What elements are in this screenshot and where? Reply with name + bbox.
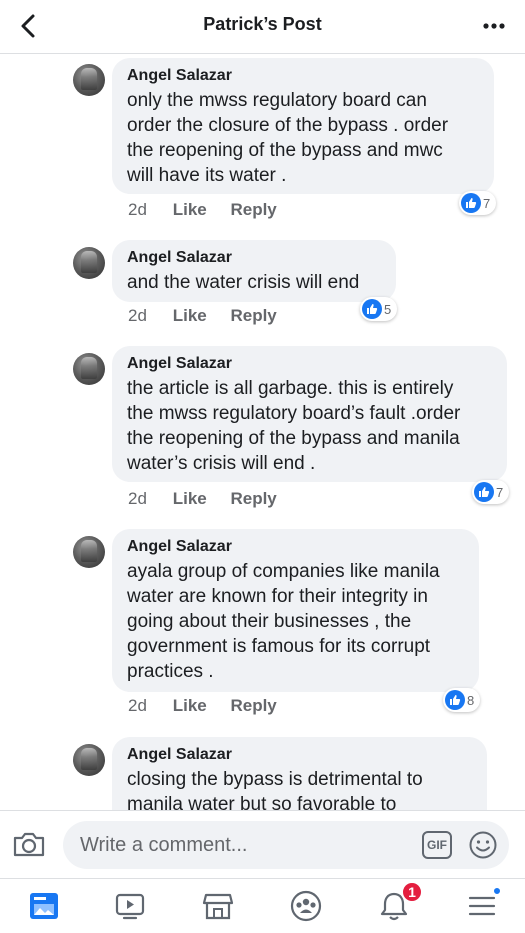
comment-text-line: and the water crisis will end <box>127 272 360 293</box>
reaction-count[interactable]: 8 <box>443 688 481 712</box>
reaction-count-value: 7 <box>496 484 504 500</box>
tab-news-feed[interactable] <box>27 889 61 923</box>
avatar[interactable] <box>73 353 105 385</box>
avatar[interactable] <box>73 536 105 568</box>
avatar[interactable] <box>73 64 105 96</box>
reply-button[interactable]: Reply <box>230 696 276 716</box>
camera-icon <box>13 832 45 857</box>
comment-bubble[interactable]: Angel Salazar closing the bypass is detr… <box>112 737 487 810</box>
comment-text-line: going about their businesses , the <box>127 611 412 632</box>
tab-marketplace[interactable] <box>201 889 235 923</box>
comment-bubble[interactable]: Angel Salazar the article is all garbage… <box>112 346 507 482</box>
comment-text-line: manila water but so favorable to <box>127 794 397 810</box>
comment-actions: 2d Like Reply <box>128 696 277 716</box>
news-feed-icon <box>30 893 58 919</box>
like-reaction-icon <box>362 299 382 319</box>
like-button[interactable]: Like <box>173 200 226 220</box>
comment-text-line: water are known for their integrity in <box>127 586 428 607</box>
comment-timestamp[interactable]: 2d <box>128 489 168 509</box>
comment-text-line: order the closure of the bypass . order <box>127 115 449 136</box>
reaction-count[interactable]: 7 <box>459 191 497 215</box>
like-button[interactable]: Like <box>173 306 226 326</box>
tab-menu[interactable] <box>465 886 502 923</box>
comment-text-line: the mwss regulatory board’s fault .order <box>127 403 461 424</box>
like-button[interactable]: Like <box>173 696 226 716</box>
comment-bubble[interactable]: Angel Salazar ayala group of companies l… <box>112 529 479 692</box>
comment-author[interactable]: Angel Salazar <box>127 354 491 374</box>
notifications-badge: 1 <box>401 881 423 903</box>
comment-bubble[interactable]: Angel Salazar only the mwss regulatory b… <box>112 58 494 194</box>
page-title: Patrick’s Post <box>203 14 322 34</box>
comment-text-line: ayala group of companies like manila <box>127 561 440 582</box>
comment-text-line: only the mwss regulatory board can <box>127 90 427 111</box>
tab-groups[interactable] <box>289 889 323 923</box>
reaction-count-value: 8 <box>467 692 475 708</box>
comment-author[interactable]: Angel Salazar <box>127 248 380 268</box>
reaction-count[interactable]: 5 <box>360 297 398 321</box>
comment-composer: GIF <box>0 810 525 878</box>
tab-notifications[interactable]: 1 <box>377 881 423 923</box>
reaction-count[interactable]: 7 <box>472 480 510 504</box>
emoji-button[interactable] <box>468 830 498 860</box>
reply-button[interactable]: Reply <box>230 200 276 220</box>
comment-text-line: the reopening of the bypass and manila <box>127 428 460 449</box>
comment-text-line: closing the bypass is detrimental to <box>127 769 423 790</box>
like-button[interactable]: Like <box>173 489 226 509</box>
like-reaction-icon <box>474 482 494 502</box>
gif-button[interactable]: GIF <box>422 831 452 859</box>
comment-text-line: the reopening of the bypass and mwc <box>127 140 443 161</box>
comment-timestamp[interactable]: 2d <box>128 696 168 716</box>
comment-author[interactable]: Angel Salazar <box>127 66 478 86</box>
avatar[interactable] <box>73 744 105 776</box>
more-options-button[interactable] <box>479 11 509 41</box>
comment-actions: 2d Like Reply <box>128 306 277 326</box>
comment-text-line: water’s crisis will end . <box>127 453 316 474</box>
comment-author[interactable]: Angel Salazar <box>127 537 463 557</box>
emoji-icon <box>469 831 497 859</box>
reply-button[interactable]: Reply <box>230 306 276 326</box>
reaction-count-value: 7 <box>483 195 491 211</box>
comment-bubble[interactable]: Angel Salazar and the water crisis will … <box>112 240 396 302</box>
avatar[interactable] <box>73 247 105 279</box>
reply-button[interactable]: Reply <box>230 489 276 509</box>
comment-text-line: will have its water . <box>127 165 287 186</box>
menu-icon <box>468 896 496 916</box>
like-reaction-icon <box>445 690 465 710</box>
comment-actions: 2d Like Reply <box>128 200 277 220</box>
tab-watch[interactable] <box>113 889 147 923</box>
comment-text-line: the article is all garbage. this is enti… <box>127 378 454 399</box>
groups-icon <box>290 890 322 922</box>
comment-timestamp[interactable]: 2d <box>128 306 168 326</box>
comment-author[interactable]: Angel Salazar <box>127 745 471 765</box>
marketplace-icon <box>202 893 234 920</box>
comments-feed[interactable]: Angel Salazar only the mwss regulatory b… <box>0 55 525 810</box>
comment-text-line: government is famous for its corrupt <box>127 636 431 657</box>
more-dots-icon <box>483 23 505 29</box>
bottom-tab-bar: 1 <box>0 878 525 933</box>
like-reaction-icon <box>461 193 481 213</box>
menu-indicator-dot <box>492 886 502 896</box>
top-nav-bar: Patrick’s Post <box>0 0 525 54</box>
reaction-count-value: 5 <box>384 301 392 317</box>
comment-timestamp[interactable]: 2d <box>128 200 168 220</box>
camera-button[interactable] <box>12 829 46 859</box>
comment-actions: 2d Like Reply <box>128 489 277 509</box>
watch-icon <box>115 893 145 920</box>
comment-text-line: practices . <box>127 661 214 682</box>
